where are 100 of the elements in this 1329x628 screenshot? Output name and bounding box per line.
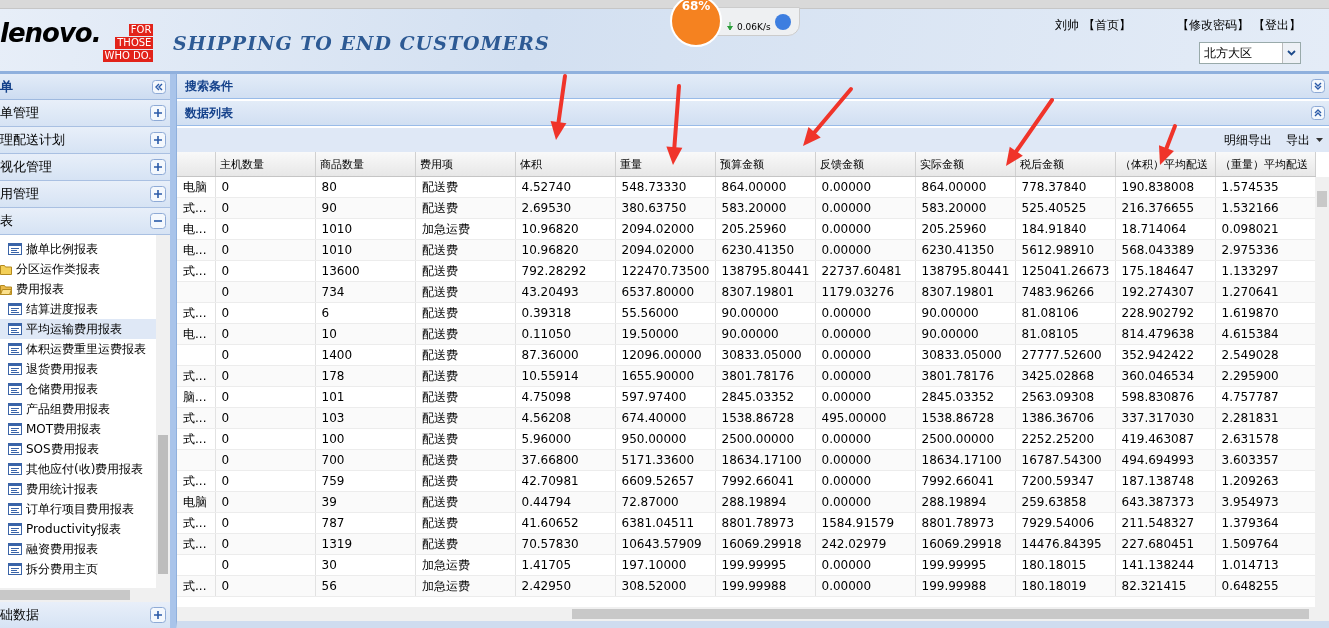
- report-icon: [8, 523, 22, 535]
- report-icon: [8, 503, 22, 515]
- tree-item[interactable]: 产品组费用报表: [0, 399, 156, 419]
- tree-item[interactable]: 订单行项目费用报表: [0, 499, 156, 519]
- tree-item[interactable]: 结算进度报表: [0, 299, 156, 319]
- column-header[interactable]: 费用项: [415, 152, 515, 177]
- table-cell: 配送费: [415, 344, 515, 366]
- collapse-left-icon[interactable]: [152, 79, 166, 94]
- tree-item[interactable]: 融资费用报表: [0, 539, 156, 559]
- tree-item[interactable]: 费用统计报表: [0, 479, 156, 499]
- table-cell: 8801.78973: [915, 512, 1015, 534]
- expand-icon[interactable]: [1311, 79, 1325, 93]
- sidebar-section[interactable]: 础数据: [0, 602, 170, 628]
- table-cell: 电脑: [177, 491, 215, 513]
- table-cell: 加急运费: [415, 218, 515, 240]
- sidebar-section[interactable]: 用管理: [0, 181, 170, 208]
- collapse-icon[interactable]: [1311, 106, 1325, 120]
- table-cell: 30: [315, 554, 415, 576]
- column-header[interactable]: 主机数量: [215, 152, 315, 177]
- panel-header[interactable]: 数据列表: [177, 101, 1329, 126]
- table-cell: 190.838008: [1115, 176, 1215, 198]
- table-cell: 配送费: [415, 386, 515, 408]
- column-header[interactable]: 反馈金额: [815, 152, 915, 177]
- table-cell: 0: [215, 302, 315, 324]
- report-icon: [8, 483, 22, 495]
- add-icon[interactable]: [774, 13, 791, 30]
- logo-wordmark: lenovo.: [0, 18, 101, 48]
- table-cell: 6609.52657: [615, 470, 715, 492]
- column-header[interactable]: （体积）平均配送: [1115, 152, 1215, 177]
- table-cell: 0: [215, 218, 315, 240]
- column-header[interactable]: 预算金额: [715, 152, 815, 177]
- sidebar-section[interactable]: 视化管理: [0, 154, 170, 181]
- table-cell: 2563.09308: [1015, 386, 1115, 408]
- tree-item[interactable]: 平均运输费用报表: [0, 319, 156, 339]
- tree-item[interactable]: 撤单比例报表: [0, 239, 156, 259]
- table-cell: 419.463087: [1115, 428, 1215, 450]
- table-cell: 101: [315, 386, 415, 408]
- tree-item[interactable]: 退货费用报表: [0, 359, 156, 379]
- report-icon: [8, 323, 22, 335]
- table-cell: 式...: [177, 365, 215, 387]
- column-header[interactable]: （重量）平均配送: [1215, 152, 1315, 177]
- tree-item[interactable]: 其他应付(收)费用报表: [0, 459, 156, 479]
- table-cell: 式...: [177, 302, 215, 324]
- scrollbar[interactable]: [0, 588, 170, 602]
- table-cell: 81.08106: [1015, 302, 1115, 324]
- expand-icon[interactable]: [150, 186, 166, 202]
- logo-tagline: WHO DO.: [102, 50, 154, 62]
- scrollbar[interactable]: [177, 607, 1329, 621]
- tree-item[interactable]: Productivity报表: [0, 519, 156, 539]
- table-cell: 式...: [177, 428, 215, 450]
- tree-folder[interactable]: 费用报表: [0, 279, 156, 299]
- table-cell: 90.00000: [715, 302, 815, 324]
- sidebar-section[interactable]: 理配送计划: [0, 127, 170, 154]
- table-cell: 205.25960: [915, 218, 1015, 240]
- export-menu[interactable]: 导出: [1286, 131, 1323, 149]
- table-cell: 0: [215, 512, 315, 534]
- table-cell: 0: [215, 470, 315, 492]
- table-cell: 2094.02000: [615, 218, 715, 240]
- tree-item[interactable]: 仓储费用报表: [0, 379, 156, 399]
- table-cell: 30833.05000: [715, 344, 815, 366]
- header-link[interactable]: 【登出】: [1253, 16, 1301, 34]
- expand-icon[interactable]: [150, 159, 166, 175]
- table-cell: 配送费: [415, 512, 515, 534]
- speed-rate: 0.06K/s: [737, 21, 771, 32]
- sidebar-section[interactable]: 表: [0, 208, 170, 235]
- sidebar-title: 单: [0, 77, 13, 96]
- table-cell: 0.00000: [815, 554, 915, 576]
- column-header[interactable]: 商品数量: [315, 152, 415, 177]
- region-select[interactable]: 北方大区: [1199, 41, 1301, 64]
- tree-item[interactable]: 体积运费重里运费报表: [0, 339, 156, 359]
- table-cell: 0.00000: [815, 470, 915, 492]
- scrollbar[interactable]: [156, 235, 170, 588]
- expand-icon[interactable]: [150, 132, 166, 148]
- scrollbar[interactable]: [1315, 177, 1329, 607]
- tree-item[interactable]: 拆分费用主页: [0, 559, 156, 579]
- table-cell: 187.138748: [1115, 470, 1215, 492]
- tree-item[interactable]: MOT费用报表: [0, 419, 156, 439]
- header-link[interactable]: 【修改密码】: [1177, 16, 1249, 34]
- export-button[interactable]: 明细导出: [1224, 131, 1272, 149]
- table-cell: 27777.52600: [1015, 344, 1115, 366]
- tree-item[interactable]: SOS费用报表: [0, 439, 156, 459]
- column-header[interactable]: 实际金额: [915, 152, 1015, 177]
- table-cell: 2500.00000: [715, 428, 815, 450]
- table-cell: 2845.03352: [715, 386, 815, 408]
- header-link[interactable]: 【首页】: [1083, 16, 1131, 34]
- tree-folder[interactable]: 分区运作类报表: [0, 259, 156, 279]
- column-header[interactable]: 重量: [615, 152, 715, 177]
- sidebar-section[interactable]: 单管理: [0, 100, 170, 127]
- table-cell: 197.10000: [615, 554, 715, 576]
- expand-icon[interactable]: [150, 607, 166, 623]
- column-header[interactable]: 体积: [515, 152, 615, 177]
- table-cell: 41.60652: [515, 512, 615, 534]
- table-cell: 598.830876: [1115, 386, 1215, 408]
- panel-header[interactable]: 搜索条件: [177, 74, 1329, 99]
- collapse-icon[interactable]: [150, 213, 166, 229]
- table-cell: 211.548327: [1115, 512, 1215, 534]
- expand-icon[interactable]: [150, 105, 166, 121]
- column-header[interactable]: 税后金额: [1015, 152, 1115, 177]
- table-cell: 228.902792: [1115, 302, 1215, 324]
- report-icon: [8, 303, 22, 315]
